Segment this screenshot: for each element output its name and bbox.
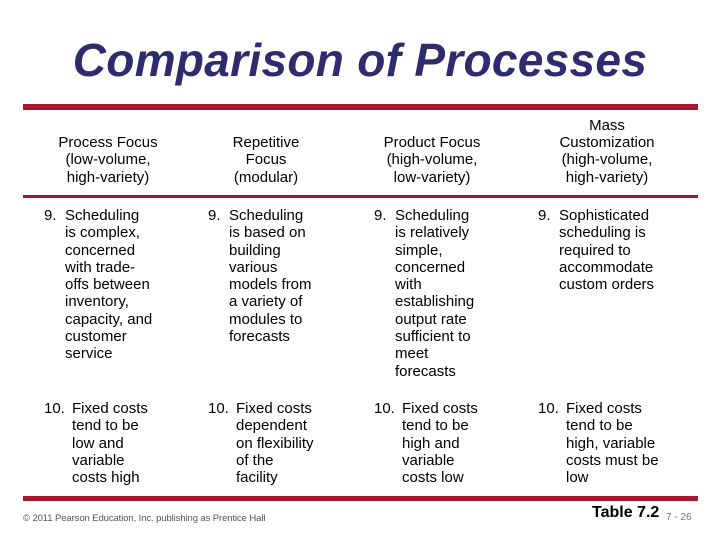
header-line: Product Focus: [383, 134, 481, 152]
column-header-product-focus: Product Focus (high-volume, low-variety): [352, 116, 512, 186]
item-text: Fixed costs tend to be high and variable…: [402, 400, 478, 487]
item-number: 10.: [538, 400, 559, 417]
item-number: 9.: [374, 207, 387, 224]
item-text: Fixed costs tend to be low and variable …: [72, 400, 148, 487]
table-reference: Table 7.2: [592, 504, 660, 521]
header-line: low-variety): [393, 168, 471, 186]
header-line: Focus: [245, 151, 287, 169]
column-header-repetitive-focus: Repetitive Focus (modular): [186, 116, 346, 186]
column-header-process-focus: Process Focus (low-volume, high-variety): [28, 116, 188, 186]
item-number: 10.: [374, 400, 395, 417]
slide-title: Comparison of Processes: [72, 34, 648, 86]
item-text: Scheduling is based on building various …: [229, 207, 312, 346]
item-text: Fixed costs tend to be high, variable co…: [566, 400, 659, 487]
item-text: Sophisticated scheduling is required to …: [559, 207, 655, 294]
header-line: (low-volume,: [65, 151, 151, 169]
item-text: Scheduling is relatively simple, concern…: [395, 207, 475, 380]
header-line: Customization: [559, 134, 655, 152]
header-line: (high-volume,: [386, 151, 478, 169]
item-number: 10.: [208, 400, 229, 417]
header-line: (high-volume,: [561, 151, 653, 169]
item-number: 9.: [208, 207, 221, 224]
header-line: Repetitive: [232, 134, 300, 152]
header-line: Process Focus: [58, 134, 158, 152]
item-number: 10.: [44, 400, 65, 417]
item-number: 9.: [44, 207, 57, 224]
header-line: Mass: [589, 116, 625, 134]
copyright-notice: © 2011 Pearson Education, Inc. publishin…: [23, 513, 266, 524]
item-text: Fixed costs dependent on flexibility of …: [236, 400, 314, 487]
footer-divider: [23, 496, 698, 501]
header-line: high-variety): [66, 168, 150, 186]
page-number: 7 - 26: [666, 512, 692, 523]
header-line: (modular): [233, 168, 299, 186]
header-line: high-variety): [565, 168, 649, 186]
header-divider: [23, 195, 698, 198]
column-header-mass-customization: Mass Customization (high-volume, high-va…: [527, 116, 687, 186]
item-number: 9.: [538, 207, 551, 224]
item-text: Scheduling is complex, concerned with tr…: [65, 207, 153, 363]
title-divider: [23, 104, 698, 110]
